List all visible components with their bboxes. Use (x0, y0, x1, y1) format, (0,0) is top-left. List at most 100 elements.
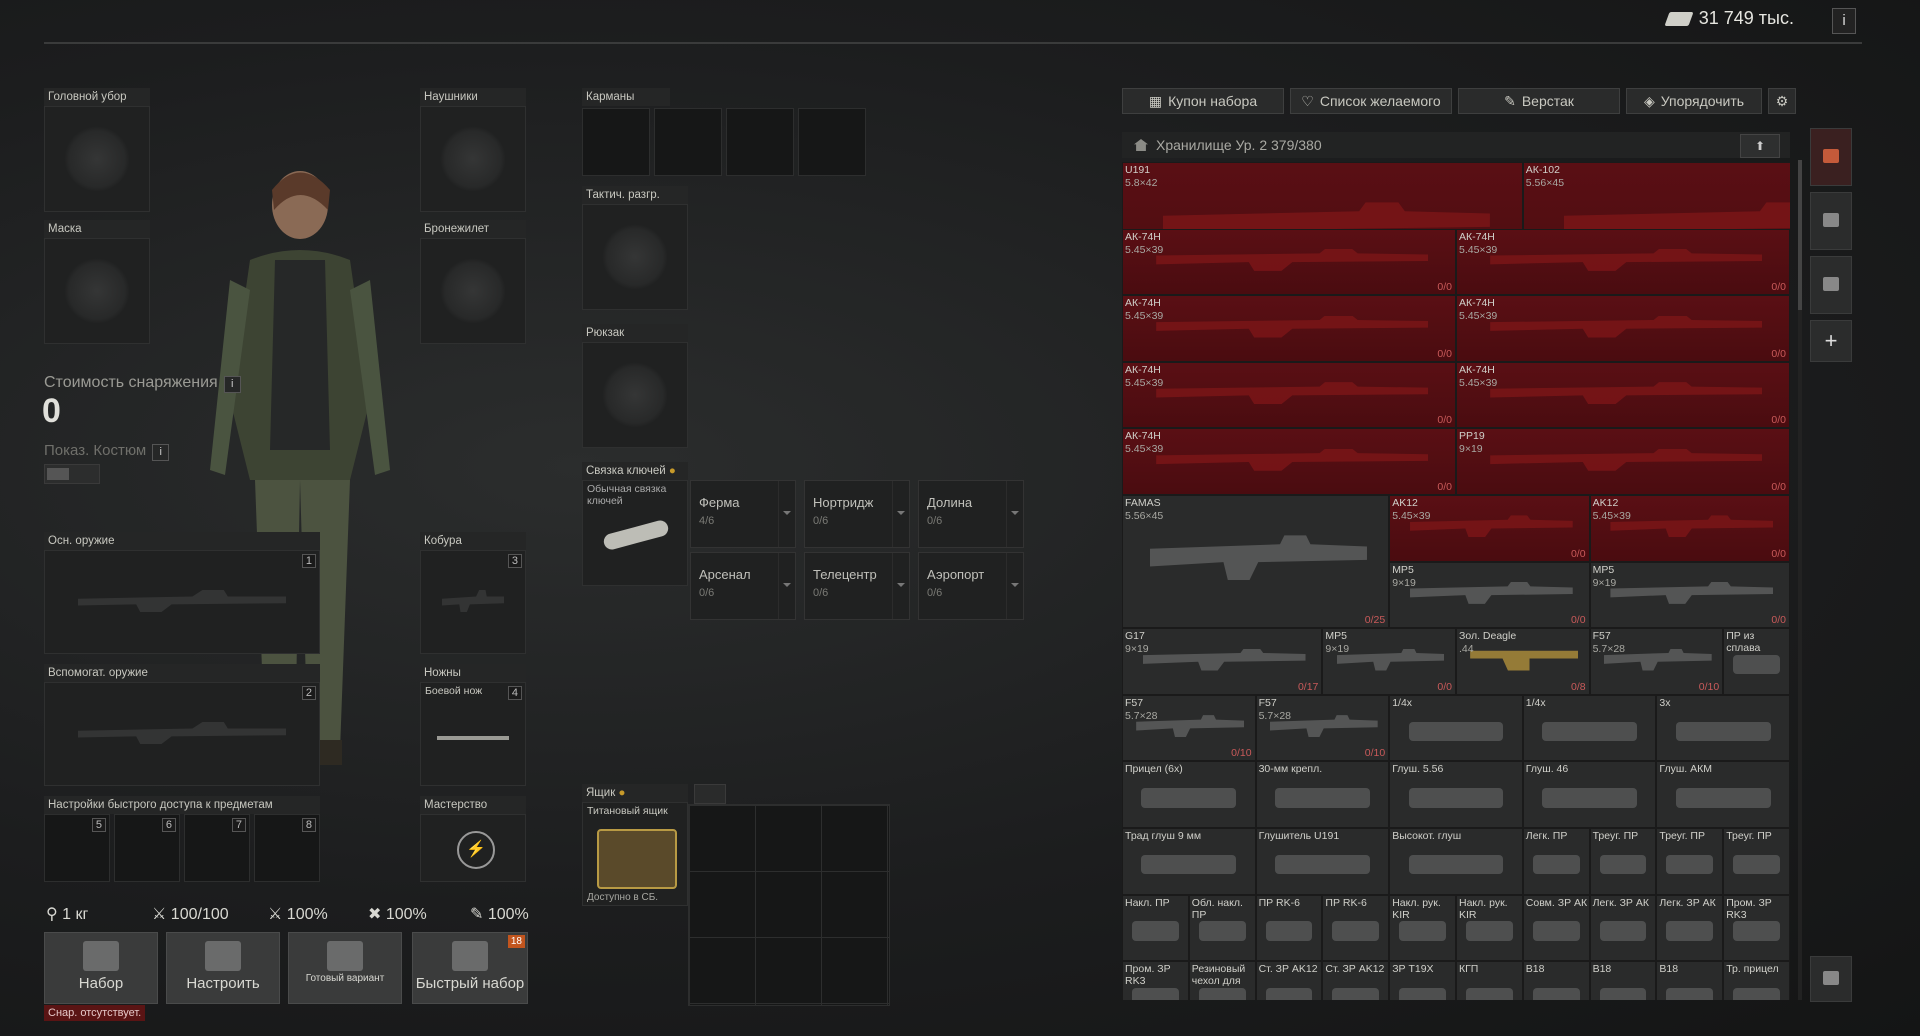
stash-item[interactable]: G17 9×19 0/17 (1122, 628, 1323, 695)
key-map-airport[interactable]: Аэропорт 0/6 (918, 552, 1024, 620)
pocket-cell[interactable] (798, 108, 866, 176)
case-pin-button[interactable] (694, 784, 726, 804)
stash-item[interactable]: Пром. ЗР RK3 (1723, 894, 1790, 962)
case-grid[interactable] (688, 804, 890, 1006)
tab-workbench[interactable]: ✎ Верстак (1458, 88, 1620, 114)
stash-item[interactable]: Легк. ЗР АК (1656, 894, 1724, 962)
stash-item[interactable]: АК-74Н 5.45×39 0/0 (1122, 295, 1456, 362)
stash-item[interactable]: Прицел (6x) (1122, 761, 1256, 828)
tab-sort[interactable]: ◈ Упорядочить (1626, 88, 1762, 114)
costume-toggle[interactable] (44, 464, 100, 484)
sort-settings-button[interactable]: ⚙ (1768, 88, 1796, 114)
armor-slot[interactable]: Бронежилет (420, 220, 526, 344)
stash-item[interactable]: Резиновый чехол для (1188, 961, 1256, 1000)
stash-item[interactable]: F57 5.7×28 0/10 (1255, 694, 1390, 762)
mastery-slot[interactable]: Мастерство ⚡ (420, 796, 526, 882)
pocket-cell[interactable] (726, 108, 794, 176)
stash-item[interactable]: Тр. прицел (1723, 961, 1790, 1000)
stash-item[interactable]: AK12 5.45×39 0/0 (1589, 495, 1790, 562)
stash-item[interactable]: АК-74Н 5.45×39 0/0 (1122, 228, 1456, 296)
chevron-down-icon[interactable] (1006, 553, 1023, 619)
stash-item[interactable]: ПР RK-6 (1255, 894, 1323, 962)
quick-slot[interactable]: 7 (184, 814, 250, 882)
stash-item[interactable]: Ст. ЗР AK12 (1255, 961, 1323, 1000)
stash-item[interactable]: 1/4x (1522, 694, 1657, 762)
stash-item[interactable]: Глуш. 46 (1522, 761, 1657, 828)
stash-item[interactable]: MP5 9×19 0/0 (1589, 561, 1790, 629)
stash-item[interactable]: 3x (1656, 694, 1790, 762)
stash-item[interactable]: MP5 9×19 0/0 (1389, 561, 1590, 629)
stash-item[interactable]: Накл. рук. KIR (1389, 894, 1456, 962)
stash-item[interactable]: Треуг. ПР (1656, 828, 1724, 895)
stash-item[interactable]: Обл. накл. ПР (1188, 894, 1256, 962)
stash-item[interactable]: Легк. ПР (1522, 828, 1590, 895)
mask-slot[interactable]: Маска (44, 220, 150, 344)
stash-item[interactable]: 1/4x (1389, 694, 1523, 762)
holster-slot[interactable]: Кобура 3 (420, 532, 526, 654)
key-map-arsenal[interactable]: Арсенал 0/6 (690, 552, 796, 620)
chevron-down-icon[interactable] (778, 553, 795, 619)
chevron-down-icon[interactable] (892, 553, 909, 619)
pocket-cell[interactable] (654, 108, 722, 176)
side-container-button-2[interactable] (1810, 256, 1852, 314)
key-map-valley[interactable]: Долина 0/6 (918, 480, 1024, 548)
stash-item[interactable]: Высокот. глуш (1389, 828, 1523, 895)
stash-item[interactable]: ПР из сплава (1723, 628, 1790, 695)
quick-kit-button[interactable]: Быстрый набор 18 (412, 932, 528, 1004)
stash-item[interactable]: ЗР T19X (1389, 961, 1456, 1000)
stash-item[interactable]: АК-74Н 5.45×39 0/0 (1122, 361, 1456, 429)
stash-item[interactable]: Накл. ПР (1122, 894, 1189, 962)
stash-item[interactable]: F57 5.7×28 0/10 (1589, 628, 1724, 695)
headwear-slot[interactable]: Головной убор (44, 88, 150, 212)
stash-item[interactable]: АК-74Н 5.45×39 0/0 (1122, 428, 1456, 495)
quick-slot[interactable]: 5 (44, 814, 110, 882)
chevron-down-icon[interactable] (1006, 481, 1023, 547)
stash-item[interactable]: КГП (1456, 961, 1523, 1000)
knife-slot[interactable]: Ножны Боевой нож 4 (420, 664, 526, 786)
stash-item[interactable]: Глуш. 5.56 (1389, 761, 1523, 828)
stash-item[interactable]: 30-мм крепл. (1255, 761, 1390, 828)
stash-item[interactable]: Легк. ЗР АК (1589, 894, 1657, 962)
quick-slot[interactable]: 6 (114, 814, 180, 882)
side-bottom-button[interactable] (1810, 956, 1852, 1002)
costume-info-button[interactable]: i (152, 444, 170, 461)
stash-item[interactable]: Глуш. АКМ (1656, 761, 1790, 828)
stash-item[interactable]: Ст. ЗР AK12 (1322, 961, 1390, 1000)
tab-wishlist[interactable]: ♡ Список желаемого (1290, 88, 1452, 114)
stash-item[interactable]: MP5 9×19 0/0 (1322, 628, 1456, 695)
side-add-button[interactable]: + (1810, 320, 1852, 362)
stash-item[interactable]: Совм. ЗР АК (1522, 894, 1590, 962)
key-map-northridge[interactable]: Нортридж 0/6 (804, 480, 910, 548)
stash-item[interactable]: AK12 5.45×39 0/0 (1389, 495, 1590, 562)
secondary-weapon-slot[interactable]: Вспомогат. оружие 2 (44, 664, 320, 786)
gear-cost-info-button[interactable]: i (223, 376, 241, 393)
ready-variant-button[interactable]: Готовый вариант (288, 932, 402, 1004)
stash-scrollbar[interactable] (1798, 160, 1802, 1000)
earpiece-slot[interactable]: Наушники (420, 88, 526, 212)
quick-slot[interactable]: 8 (254, 814, 320, 882)
stash-item[interactable]: ПР RK-6 (1322, 894, 1390, 962)
stash-item[interactable]: Треуг. ПР (1589, 828, 1657, 895)
chevron-down-icon[interactable] (778, 481, 795, 547)
stash-item[interactable]: АК-74Н 5.45×39 0/0 (1456, 295, 1790, 362)
kit-button[interactable]: Набор (44, 932, 158, 1004)
chevron-down-icon[interactable] (892, 481, 909, 547)
side-container-button[interactable] (1810, 192, 1852, 250)
stash-item[interactable]: B18 (1522, 961, 1590, 1000)
stash-item[interactable]: B18 (1589, 961, 1657, 1000)
backpack-slot[interactable]: Рюкзак (582, 324, 688, 448)
stash-item[interactable]: Треуг. ПР (1723, 828, 1790, 895)
stash-item[interactable]: PP19 9×19 0/0 (1456, 428, 1790, 495)
stash-item[interactable]: Зол. Deagle .44 0/8 (1456, 628, 1590, 695)
stash-item[interactable]: B18 (1656, 961, 1724, 1000)
stash-item[interactable]: Глушитель U191 (1255, 828, 1390, 895)
stash-item[interactable]: АК-74Н 5.45×39 0/0 (1456, 361, 1790, 429)
key-map-telecenter[interactable]: Телецентр 0/6 (804, 552, 910, 620)
side-stash-button[interactable] (1810, 128, 1852, 186)
stash-item[interactable]: АК-74Н 5.45×39 0/0 (1456, 228, 1790, 296)
stash-item[interactable]: Трад глуш 9 мм (1122, 828, 1256, 895)
rig-slot[interactable]: Тактич. разгр. (582, 186, 688, 310)
customize-button[interactable]: Настроить (166, 932, 280, 1004)
key-map-ferma[interactable]: Ферма 4/6 (690, 480, 796, 548)
money-info-button[interactable]: i (1832, 8, 1856, 34)
